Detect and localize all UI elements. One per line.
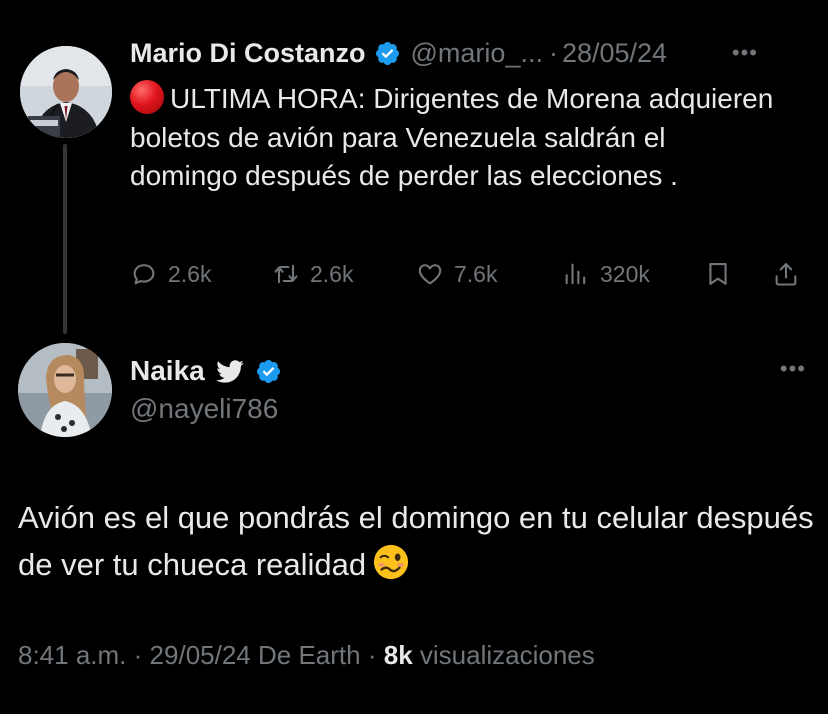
reply-action[interactable]: 2.6k xyxy=(130,254,211,294)
like-count: 7.6k xyxy=(454,260,498,287)
reply-tweet-body: Avión es el que pondrás el domingo en tu… xyxy=(18,500,814,582)
meta-separator: · xyxy=(367,640,377,670)
red-circle-emoji-icon xyxy=(130,80,164,114)
reply-author-avatar[interactable] xyxy=(18,343,112,437)
verified-badge-icon xyxy=(375,41,399,65)
retweet-icon xyxy=(274,264,298,284)
parent-author-name[interactable]: Mario Di Costanzo xyxy=(130,36,366,70)
reply-time[interactable]: 8:41 a.m. xyxy=(18,640,126,670)
parent-tweet-date[interactable]: 28/05/24 xyxy=(562,36,667,70)
bird-icon xyxy=(215,360,244,383)
retweet-action[interactable]: 2.6k xyxy=(272,254,353,294)
parent-author-avatar[interactable] xyxy=(20,46,112,138)
parent-tweet-text: ULTIMA HORA: Dirigentes de Morena adquie… xyxy=(130,80,780,196)
reply-meta-row: 8:41 a.m. · 29/05/24 De Earth · 8k visua… xyxy=(18,640,595,671)
avatar-photo xyxy=(18,343,112,437)
more-options-icon[interactable]: ••• xyxy=(732,36,758,70)
views-action[interactable]: 320k xyxy=(562,254,650,294)
bookmark-action[interactable] xyxy=(704,254,732,294)
share-action[interactable] xyxy=(772,254,800,294)
avatar-photo xyxy=(20,46,112,138)
reply-icon xyxy=(133,264,155,285)
tweet-action-bar: 2.6k 2.6k 7.6k 320k xyxy=(130,254,810,294)
analytics-icon xyxy=(565,263,586,285)
reply-tweet-text: Avión es el que pondrás el domingo en tu… xyxy=(18,494,818,588)
thread-connector-line xyxy=(63,144,67,334)
reply-view-count: 8k xyxy=(383,640,413,670)
verified-badge-icon xyxy=(256,359,280,383)
heart-icon xyxy=(418,264,442,285)
reply-source: De Earth xyxy=(258,640,361,670)
reply-date[interactable]: 29/05/24 xyxy=(150,640,251,670)
reply-more-options-icon[interactable]: ••• xyxy=(780,356,806,382)
reply-count: 2.6k xyxy=(168,260,212,287)
retweet-count: 2.6k xyxy=(310,260,354,287)
bookmark-icon xyxy=(709,263,727,285)
reply-author-row: Naika xyxy=(130,352,282,390)
meta-separator: · xyxy=(133,640,143,670)
reply-author-name[interactable]: Naika xyxy=(130,355,205,387)
reply-author-handle[interactable]: @nayeli786 xyxy=(130,393,278,425)
header-separator: · xyxy=(548,38,558,68)
parent-tweet-body: ULTIMA HORA: Dirigentes de Morena adquie… xyxy=(130,83,774,191)
reply-views-label: visualizaciones xyxy=(419,640,595,670)
like-action[interactable]: 7.6k xyxy=(416,254,497,294)
parent-tweet-header: Mario Di Costanzo @mario_... · 28/05/24 … xyxy=(130,36,780,70)
woozy-face-emoji-icon xyxy=(374,544,409,580)
parent-author-handle[interactable]: @mario_... xyxy=(411,36,543,70)
share-icon xyxy=(775,263,797,286)
view-count: 320k xyxy=(600,260,650,287)
